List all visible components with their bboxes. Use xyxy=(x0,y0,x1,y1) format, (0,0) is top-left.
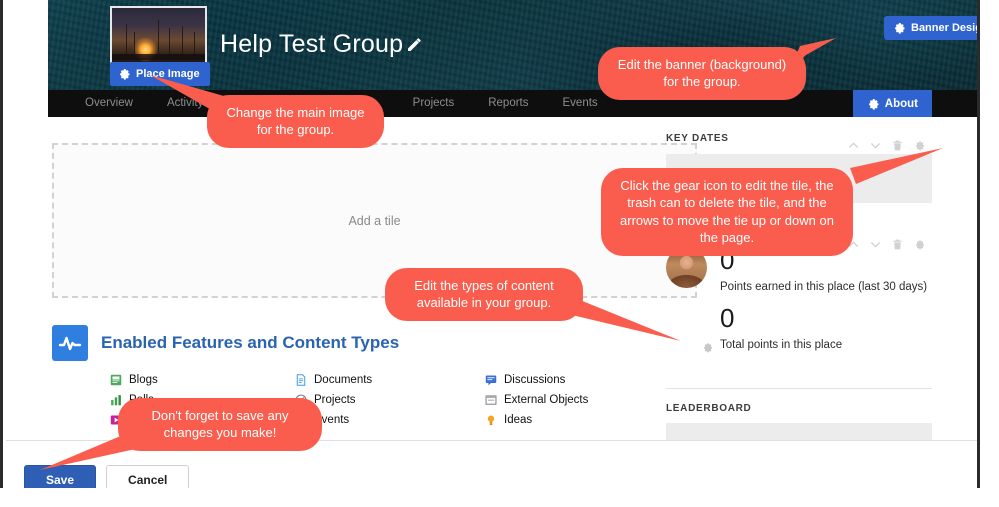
annotation-save-changes: Don't forget to save any changes you mak… xyxy=(118,398,322,451)
arrow-tile-controls xyxy=(850,148,943,184)
annotation-edit-content-types: Edit the types of content available in y… xyxy=(385,268,583,321)
screenshot-root: Place Image Help Test Group Banner Desig… xyxy=(0,0,999,507)
arrow-edit-content-types xyxy=(572,300,681,341)
annotation-tile-controls: Click the gear icon to edit the tile, th… xyxy=(601,168,853,256)
annotation-edit-banner: Edit the banner (background) for the gro… xyxy=(598,47,806,100)
annotation-change-main-image: Change the main image for the group. xyxy=(207,95,384,148)
